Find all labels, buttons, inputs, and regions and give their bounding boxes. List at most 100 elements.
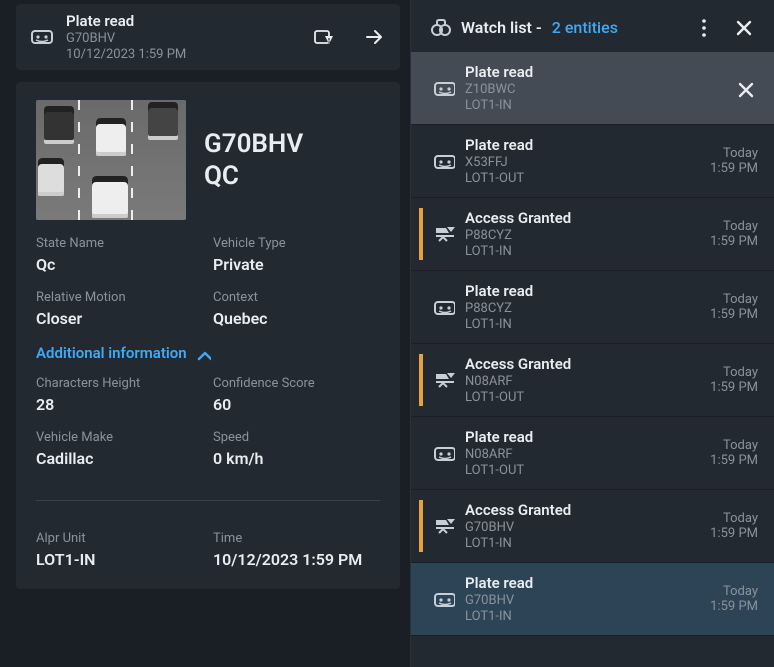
event-plate: Z10BWC	[465, 82, 730, 97]
watchlist-item-body: Plate readX53FFJLOT1-OUT	[459, 136, 710, 186]
event-hour: 1:59 PM	[710, 234, 758, 249]
watchlist-item-body: Access GrantedG70BHVLOT1-IN	[459, 501, 710, 551]
event-hour: 1:59 PM	[710, 380, 758, 395]
plate-icon	[30, 25, 54, 49]
watchlist-item[interactable]: Access GrantedN08ARFLOT1-OUTToday1:59 PM	[411, 344, 774, 417]
event-day: Today	[710, 584, 758, 599]
binoculars-icon	[429, 16, 451, 38]
field-value: Private	[213, 255, 380, 274]
event-lot: LOT1-IN	[465, 98, 730, 113]
field-label: Characters Height	[36, 376, 203, 391]
event-plate: P88CYZ	[465, 301, 710, 316]
event-lot: LOT1-IN	[465, 609, 710, 624]
field: Speed 0 km/h	[213, 430, 380, 468]
detail-card: G70BHV QC State NameQcVehicle TypePrivat…	[16, 82, 400, 589]
access-icon	[429, 223, 459, 245]
event-type: Access Granted	[465, 501, 710, 519]
status-bar	[419, 135, 423, 187]
watchlist-item[interactable]: Plate readX53FFJLOT1-OUTToday1:59 PM	[411, 125, 774, 198]
event-lot: LOT1-IN	[465, 317, 710, 332]
field-value: 28	[36, 395, 203, 414]
watchlist-list: Plate readZ10BWCLOT1-INPlate readX53FFJL…	[411, 52, 774, 667]
event-hour: 1:59 PM	[710, 526, 758, 541]
warning-icon[interactable]	[312, 25, 336, 49]
field-label: State Name	[36, 236, 203, 251]
event-type: Access Granted	[465, 355, 710, 373]
detail-fields-secondary: Characters Height28Confidence Score60Veh…	[36, 376, 380, 569]
event-hour: 1:59 PM	[710, 599, 758, 614]
field: Vehicle MakeCadillac	[36, 430, 203, 468]
field: Vehicle Type Private	[213, 236, 380, 274]
unpin-button[interactable]	[730, 74, 758, 102]
access-icon	[429, 369, 459, 391]
watchlist-item-body: Plate readN08ARFLOT1-OUT	[459, 428, 710, 478]
watchlist-item-body: Plate readP88CYZLOT1-IN	[459, 282, 710, 332]
header-title: Plate read	[66, 12, 186, 30]
event-time: Today1:59 PM	[710, 292, 758, 322]
navigate-arrow-icon[interactable]	[362, 25, 386, 49]
header-datetime: 10/12/2023 1:59 PM	[66, 47, 186, 62]
event-hour: 1:59 PM	[710, 453, 758, 468]
event-plate: G70BHV	[465, 520, 710, 535]
field: Alpr UnitLOT1-IN	[36, 531, 203, 569]
event-time: Today1:59 PM	[710, 511, 758, 541]
field-value: 10/12/2023 1:59 PM	[213, 550, 380, 569]
access-icon	[429, 515, 459, 537]
field-label: Confidence Score	[213, 376, 380, 391]
watchlist-item[interactable]: Plate readN08ARFLOT1-OUTToday1:59 PM	[411, 417, 774, 490]
watchlist-close-button[interactable]	[728, 12, 758, 42]
event-plate: N08ARF	[465, 374, 710, 389]
field-value: 0 km/h	[213, 449, 380, 468]
chevron-up-icon	[193, 344, 211, 362]
status-bar	[419, 427, 423, 479]
event-day: Today	[710, 219, 758, 234]
vehicle-image	[36, 100, 186, 220]
event-type: Plate read	[465, 136, 710, 154]
watchlist-title: Watch list -	[461, 18, 542, 37]
field-value: Qc	[36, 255, 203, 274]
plate-icon	[429, 588, 459, 610]
status-bar	[419, 208, 423, 260]
event-day: Today	[710, 438, 758, 453]
event-lot: LOT1-IN	[465, 244, 710, 259]
watchlist-item[interactable]: Plate readZ10BWCLOT1-IN	[411, 52, 774, 125]
event-lot: LOT1-OUT	[465, 390, 710, 405]
field: Characters Height 28	[36, 376, 203, 414]
status-bar	[419, 500, 423, 552]
status-bar	[419, 354, 423, 406]
watchlist-item-body: Plate readG70BHVLOT1-IN	[459, 574, 710, 624]
plate-icon	[429, 77, 459, 99]
event-plate: X53FFJ	[465, 155, 710, 170]
watchlist-item[interactable]: Plate readP88CYZLOT1-INToday1:59 PM	[411, 271, 774, 344]
status-bar	[419, 62, 423, 114]
event-lot: LOT1-OUT	[465, 171, 710, 186]
status-bar	[419, 281, 423, 333]
watchlist-item[interactable]: Plate readG70BHVLOT1-INToday1:59 PM	[411, 563, 774, 636]
field: Context Quebec	[213, 290, 380, 328]
plate-region: QC	[204, 160, 303, 193]
watchlist-item[interactable]: Access GrantedP88CYZLOT1-INToday1:59 PM	[411, 198, 774, 271]
field-label: Vehicle Type	[213, 236, 380, 251]
watchlist-menu-button[interactable]	[688, 12, 718, 42]
event-time: Today1:59 PM	[710, 365, 758, 395]
watchlist-count[interactable]: 2 entities	[552, 18, 618, 37]
field-value: Quebec	[213, 309, 380, 328]
header-plate: G70BHV	[66, 31, 186, 46]
event-plate: G70BHV	[465, 593, 710, 608]
event-hour: 1:59 PM	[710, 307, 758, 322]
event-type: Plate read	[465, 428, 710, 446]
event-lot: LOT1-IN	[465, 536, 710, 551]
field-value: Cadillac	[36, 449, 203, 468]
event-time: Today1:59 PM	[710, 584, 758, 614]
watchlist-item[interactable]: Access GrantedG70BHVLOT1-INToday1:59 PM	[411, 490, 774, 563]
additional-info-toggle[interactable]: Additional information	[36, 344, 380, 362]
event-day: Today	[710, 146, 758, 161]
event-type: Plate read	[465, 574, 710, 592]
field-label: Speed	[213, 430, 380, 445]
divider	[36, 500, 380, 501]
field-label: Context	[213, 290, 380, 305]
watchlist-panel: Watch list - 2 entities Plate readZ10BWC…	[410, 0, 774, 667]
event-plate: N08ARF	[465, 447, 710, 462]
field-label: Time	[213, 531, 380, 546]
event-time: Today1:59 PM	[710, 438, 758, 468]
